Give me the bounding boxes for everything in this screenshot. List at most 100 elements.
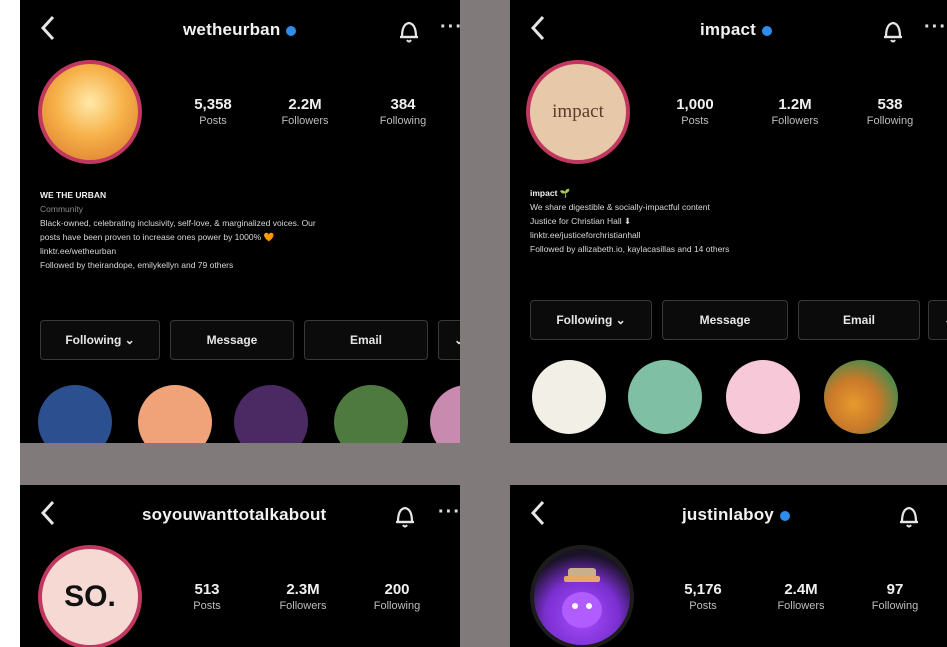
story-highlight[interactable] bbox=[234, 385, 308, 443]
stat-followers[interactable]: 2.3M Followers bbox=[258, 581, 348, 612]
story-highlight[interactable] bbox=[824, 360, 898, 434]
story-highlight[interactable] bbox=[628, 360, 702, 434]
stat-followers[interactable]: 2.2M Followers bbox=[260, 96, 350, 127]
stat-label: Posts bbox=[681, 115, 709, 127]
profile-panel-wetheurban: wetheurban ··· 5,358Posts 2.2MFollowers … bbox=[20, 0, 460, 443]
verified-badge-icon bbox=[779, 510, 790, 521]
followed-by-text[interactable]: Followed by theirandope, emilykellyn and… bbox=[40, 258, 316, 272]
bio-link[interactable]: linktr.ee/wetheurban bbox=[40, 244, 316, 258]
chevron-left-icon[interactable] bbox=[528, 14, 550, 42]
stat-following[interactable]: 538 Following bbox=[845, 96, 935, 127]
stat-label: Posts bbox=[199, 115, 227, 127]
profile-bio: WE THE URBAN Community Black-owned, cele… bbox=[40, 188, 316, 272]
stat-value: 2.4M bbox=[784, 581, 818, 598]
bio-line: posts have been proven to increase ones … bbox=[40, 232, 275, 242]
story-highlight[interactable] bbox=[726, 360, 800, 434]
stat-posts[interactable]: 1,000 Posts bbox=[650, 96, 740, 127]
message-button[interactable]: Message bbox=[662, 300, 788, 340]
stat-value: 5,358 bbox=[194, 96, 232, 113]
stat-value: 513 bbox=[194, 581, 220, 598]
profile-header: impact ··· bbox=[510, 0, 947, 62]
username: impact bbox=[700, 20, 772, 40]
chevron-left-icon[interactable] bbox=[38, 14, 60, 42]
bio-name: WE THE URBAN bbox=[40, 190, 107, 200]
avatar[interactable]: impact bbox=[526, 60, 630, 164]
stat-value: 2.3M bbox=[286, 581, 320, 598]
avatar-image bbox=[534, 549, 630, 645]
stat-value: 200 bbox=[384, 581, 410, 598]
stat-value: 1,000 bbox=[676, 96, 714, 113]
profile-header: wetheurban ··· bbox=[20, 0, 460, 62]
stat-label: Following bbox=[871, 600, 919, 612]
email-button[interactable]: Email bbox=[304, 320, 428, 360]
stat-followers[interactable]: 2.4M Followers bbox=[756, 581, 846, 612]
stat-following[interactable]: 97 Following bbox=[850, 581, 940, 612]
avatar-image bbox=[42, 64, 138, 160]
bio-line: Black-owned, celebrating inclusivity, se… bbox=[40, 218, 316, 228]
story-highlight[interactable] bbox=[138, 385, 212, 443]
stat-following[interactable]: 384 Following bbox=[358, 96, 448, 127]
stat-value: 384 bbox=[390, 96, 416, 113]
profile-panel-soyouwanttotalkabout: soyouwanttotalkabout ··· SO. 513 Posts 2.… bbox=[20, 485, 460, 647]
message-button[interactable]: Message bbox=[170, 320, 294, 360]
screenshot-collage: wetheurban ··· 5,358Posts 2.2MFollowers … bbox=[20, 0, 947, 647]
following-button[interactable]: Following ⌄ bbox=[530, 300, 652, 340]
username-text: wetheurban bbox=[183, 20, 281, 39]
email-button[interactable]: Email bbox=[798, 300, 920, 340]
stat-label: Followers bbox=[771, 115, 819, 127]
story-highlight[interactable] bbox=[430, 385, 460, 443]
more-icon[interactable]: ··· bbox=[440, 16, 460, 39]
story-highlight[interactable] bbox=[334, 385, 408, 443]
stat-value: 97 bbox=[886, 581, 904, 598]
bio-line: We share digestible & socially-impactful… bbox=[530, 202, 710, 212]
more-icon[interactable]: ··· bbox=[438, 501, 460, 524]
profile-header: soyouwanttotalkabout ··· bbox=[20, 485, 460, 547]
avatar-logo-text: SO. bbox=[64, 580, 116, 613]
verified-badge-icon bbox=[286, 25, 297, 36]
stat-label: Following bbox=[866, 115, 914, 127]
stat-label: Followers bbox=[777, 600, 825, 612]
stat-posts[interactable]: 5,176 Posts bbox=[658, 581, 748, 612]
bell-icon[interactable] bbox=[394, 503, 416, 529]
avatar-illustration bbox=[562, 568, 602, 628]
more-icon[interactable]: ··· bbox=[924, 16, 947, 39]
username: wetheurban bbox=[183, 20, 297, 40]
followed-by-text[interactable]: Followed by allizabeth.io, kaylacasillas… bbox=[530, 242, 729, 256]
stat-posts[interactable]: 5,358 Posts bbox=[168, 96, 258, 127]
chevron-left-icon[interactable] bbox=[38, 499, 60, 527]
username-text: justinlaboy bbox=[682, 505, 774, 524]
profile-panel-justinlaboy: justinlaboy 5,176 Posts 2.4M Followers 97 F… bbox=[510, 485, 947, 647]
suggested-toggle-button[interactable]: ⌄ bbox=[928, 300, 947, 340]
suggested-toggle-button[interactable]: ⌄ bbox=[438, 320, 460, 360]
stat-value: 538 bbox=[877, 96, 903, 113]
bell-icon[interactable] bbox=[398, 18, 420, 44]
avatar-image: impact bbox=[530, 64, 626, 160]
stat-value: 2.2M bbox=[288, 96, 322, 113]
profile-bio: impact 🌱 We share digestible & socially-… bbox=[530, 186, 729, 256]
story-highlight[interactable] bbox=[38, 385, 112, 443]
bio-line: Justice for Christian Hall ⬇ bbox=[530, 216, 632, 226]
username-text: impact bbox=[700, 20, 756, 39]
bio-link[interactable]: linktr.ee/justiceforchristianhall bbox=[530, 228, 729, 242]
chevron-left-icon[interactable] bbox=[528, 499, 550, 527]
stat-label: Following bbox=[373, 600, 421, 612]
stat-value: 5,176 bbox=[684, 581, 722, 598]
stat-label: Followers bbox=[279, 600, 327, 612]
avatar[interactable]: SO. bbox=[38, 545, 142, 647]
stat-label: Following bbox=[379, 115, 427, 127]
bell-icon[interactable] bbox=[898, 503, 920, 529]
username-text: soyouwanttotalkabout bbox=[142, 505, 327, 524]
avatar[interactable] bbox=[530, 545, 634, 647]
following-button[interactable]: Following ⌄ bbox=[40, 320, 160, 360]
stat-label: Posts bbox=[193, 600, 221, 612]
username: soyouwanttotalkabout bbox=[142, 505, 326, 525]
stat-following[interactable]: 200 Following bbox=[352, 581, 442, 612]
stat-posts[interactable]: 513 Posts bbox=[162, 581, 252, 612]
bio-name: impact 🌱 bbox=[530, 188, 571, 198]
bell-icon[interactable] bbox=[882, 18, 904, 44]
avatar-logo-text: impact bbox=[552, 101, 604, 122]
avatar[interactable] bbox=[38, 60, 142, 164]
story-highlight[interactable] bbox=[532, 360, 606, 434]
stat-followers[interactable]: 1.2M Followers bbox=[750, 96, 840, 127]
verified-badge-icon bbox=[762, 25, 772, 36]
